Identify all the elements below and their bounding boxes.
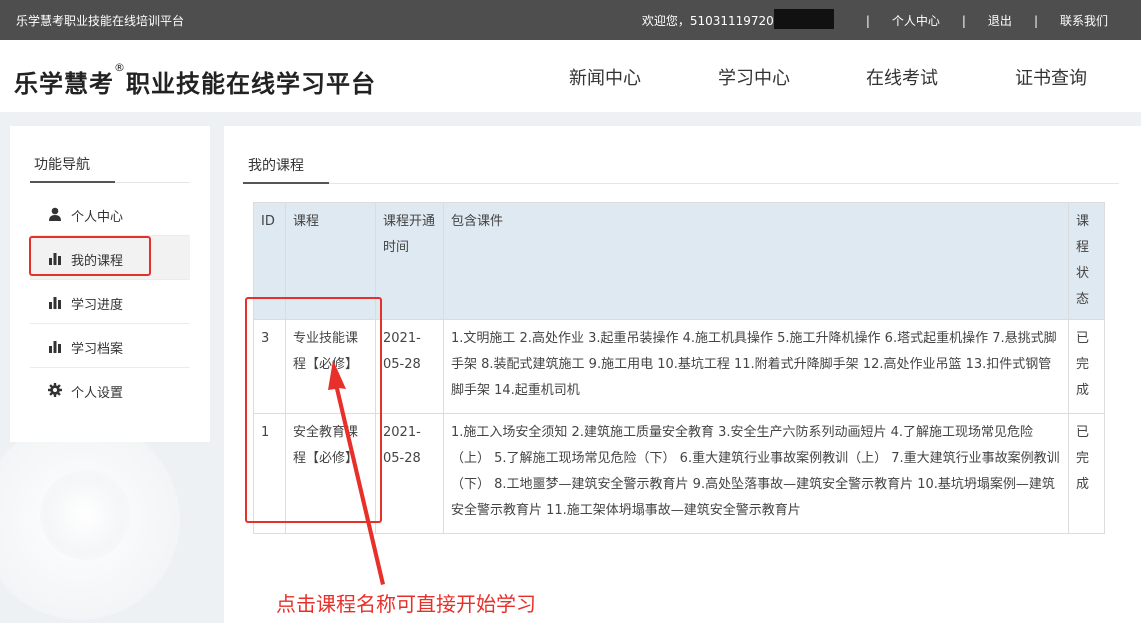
welcome-text: 欢迎您，51031119720 [641, 14, 774, 28]
divider [243, 183, 1119, 184]
nav-news[interactable]: 新闻中心 [569, 64, 641, 90]
cell-date: 2021-05-28 [375, 413, 444, 534]
annotation-text: 点击课程名称可直接开始学习 [276, 592, 536, 616]
nav-exam[interactable]: 在线考试 [866, 64, 938, 90]
user-icon [49, 207, 61, 221]
column-header-date: 课程开通时间 [375, 202, 444, 320]
logo-subtitle: 职业技能在线学习平台 [126, 70, 376, 98]
sidebar-item-progress[interactable]: 学习进度 [30, 280, 190, 324]
registered-mark: ® [114, 61, 126, 74]
sidebar-item-label: 个人设置 [71, 386, 124, 401]
sidebar: 功能导航 个人中心 我的课程 学习进度 学习档案 个人设置 [10, 126, 210, 442]
nav-certificate[interactable]: 证书查询 [1015, 64, 1087, 90]
logo-brand: 乐学慧考 [14, 70, 114, 98]
top-bar: 乐学慧考职业技能在线培训平台 欢迎您，51031119720 | 个人中心 | … [0, 0, 1141, 40]
site-name: 乐学慧考职业技能在线培训平台 [16, 14, 185, 28]
sidebar-item-label: 个人中心 [71, 210, 124, 225]
column-header-status: 课程状态 [1068, 202, 1105, 320]
sidebar-item-label: 学习档案 [71, 342, 124, 357]
title-underline [243, 182, 329, 184]
highlight-box [29, 236, 151, 276]
link-personal-center[interactable]: 个人中心 [892, 12, 940, 29]
redaction-block [773, 8, 834, 29]
cell-status: 已完成 [1068, 413, 1105, 534]
cell-coursewares: 1.施工入场安全须知 2.建筑施工质量安全教育 3.安全生产六防系列动画短片 4… [443, 413, 1069, 534]
gear-icon [48, 383, 62, 397]
column-header-coursewares: 包含课件 [443, 202, 1069, 320]
divider: | [1033, 13, 1038, 28]
cell-coursewares: 1.文明施工 2.高处作业 3.起重吊装操作 4.施工机具操作 5.施工升降机操… [443, 319, 1069, 414]
link-logout[interactable]: 退出 [988, 12, 1012, 29]
top-bar-links: 欢迎您，51031119720 | 个人中心 | 退出 | 联系我们 [641, 8, 1108, 29]
divider: | [865, 13, 870, 28]
annotation-highlight-box [245, 297, 382, 523]
cell-status: 已完成 [1068, 319, 1105, 414]
bar-chart-icon [49, 341, 61, 353]
logo[interactable]: 乐学慧考®职业技能在线学习平台 [14, 61, 376, 99]
header: 乐学慧考®职业技能在线学习平台 新闻中心 学习中心 在线考试 证书查询 [0, 40, 1141, 112]
cell-date: 2021-05-28 [375, 319, 444, 414]
bar-chart-icon [49, 297, 61, 309]
sidebar-title: 功能导航 [34, 157, 90, 173]
nav-learning[interactable]: 学习中心 [718, 64, 790, 90]
sidebar-item-records[interactable]: 学习档案 [30, 324, 190, 368]
sidebar-item-personal-center[interactable]: 个人中心 [30, 192, 190, 236]
sidebar-item-settings[interactable]: 个人设置 [30, 368, 190, 412]
title-underline [30, 181, 115, 183]
sidebar-item-label: 学习进度 [71, 298, 124, 313]
page-title: 我的课程 [248, 158, 304, 174]
divider: | [961, 13, 966, 28]
link-contact-us[interactable]: 联系我们 [1060, 12, 1108, 29]
background-decoration [40, 470, 130, 560]
